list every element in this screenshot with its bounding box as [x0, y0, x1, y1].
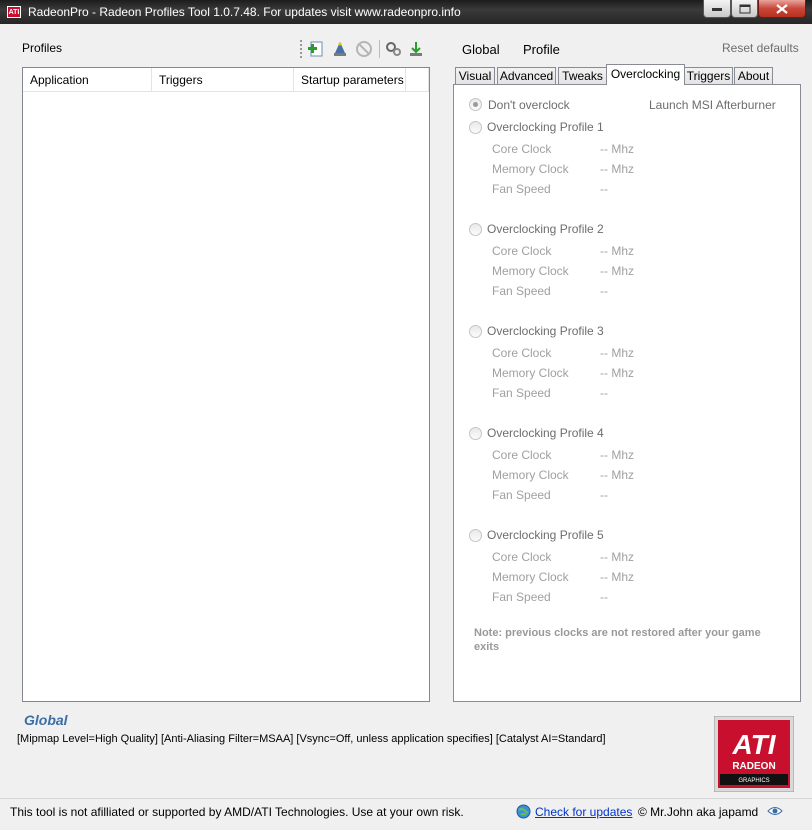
memory-clock-value: -- Mhz	[600, 264, 634, 278]
maximize-button[interactable]	[731, 0, 758, 18]
fan-speed-label: Fan Speed	[492, 590, 551, 604]
memory-clock-label: Memory Clock	[492, 366, 569, 380]
settings-icon[interactable]	[384, 40, 402, 58]
credit-text: © Mr.John aka japamd	[638, 805, 759, 819]
memory-clock-label: Memory Clock	[492, 162, 569, 176]
column-header-application[interactable]: Application	[23, 68, 152, 92]
core-clock-label: Core Clock	[492, 550, 552, 564]
close-icon	[776, 3, 788, 14]
fan-speed-label: Fan Speed	[492, 386, 551, 400]
check-for-updates-link[interactable]: Check for updates	[535, 805, 632, 819]
minimize-button[interactable]	[703, 0, 731, 18]
dont-overclock-label: Don't overclock	[488, 98, 570, 112]
fan-speed-label: Fan Speed	[492, 182, 551, 196]
tab-about[interactable]: About	[734, 67, 773, 85]
overclocking-profile-radio[interactable]	[469, 427, 482, 440]
toolbar-grip[interactable]	[300, 40, 305, 58]
global-settings-summary: [Mipmap Level=High Quality] [Anti-Aliasi…	[17, 733, 606, 745]
overclocking-profile-label: Overclocking Profile 3	[487, 324, 604, 338]
dont-overclock-radio[interactable]	[469, 98, 482, 111]
eye-icon[interactable]	[767, 806, 783, 816]
overclocking-profile-radio[interactable]	[469, 529, 482, 542]
core-clock-label: Core Clock	[492, 346, 552, 360]
overclocking-profile-radio[interactable]	[469, 325, 482, 338]
memory-clock-value: -- Mhz	[600, 468, 634, 482]
fan-speed-value: --	[600, 182, 608, 196]
close-button[interactable]	[758, 0, 806, 18]
fan-speed-value: --	[600, 386, 608, 400]
title-bar[interactable]: ATI RadeonPro - Radeon Profiles Tool 1.0…	[0, 0, 812, 24]
disclaimer-text: This tool is not afilliated or supported…	[10, 805, 464, 819]
profiles-label: Profiles	[22, 41, 63, 55]
memory-clock-value: -- Mhz	[600, 162, 634, 176]
ati-radeon-logo: ATI RADEON GRAPHICS	[714, 716, 794, 792]
fan-speed-value: --	[600, 488, 608, 502]
add-profile-icon[interactable]	[307, 40, 325, 58]
tab-triggers[interactable]: Triggers	[684, 67, 733, 85]
maximize-icon	[739, 4, 750, 13]
disabled-icon[interactable]	[355, 40, 373, 58]
global-mode-link[interactable]: Global	[462, 42, 500, 57]
core-clock-label: Core Clock	[492, 142, 552, 156]
memory-clock-label: Memory Clock	[492, 570, 569, 584]
memory-clock-label: Memory Clock	[492, 264, 569, 278]
logo-product: RADEON	[732, 761, 775, 772]
overclocking-profile-label: Overclocking Profile 2	[487, 222, 604, 236]
toolbar-separator	[379, 40, 380, 58]
status-bar: This tool is not afilliated or supported…	[0, 798, 812, 830]
overclocking-note: Note: previous clocks are not restored a…	[474, 627, 761, 653]
launch-msi-afterburner-link[interactable]: Launch MSI Afterburner	[649, 98, 776, 112]
overclocking-profile-radio[interactable]	[469, 223, 482, 236]
core-clock-value: -- Mhz	[600, 550, 634, 564]
memory-clock-value: -- Mhz	[600, 570, 634, 584]
profile-mode-link[interactable]: Profile	[523, 42, 560, 57]
overclocking-profile-label: Overclocking Profile 1	[487, 120, 604, 134]
core-clock-value: -- Mhz	[600, 142, 634, 156]
tab-visual[interactable]: Visual	[455, 67, 495, 85]
memory-clock-label: Memory Clock	[492, 468, 569, 482]
column-header-triggers[interactable]: Triggers	[152, 68, 294, 92]
core-clock-label: Core Clock	[492, 244, 552, 258]
core-clock-value: -- Mhz	[600, 244, 634, 258]
fan-speed-label: Fan Speed	[492, 488, 551, 502]
download-icon[interactable]	[407, 40, 425, 58]
tab-tweaks[interactable]: Tweaks	[558, 67, 607, 85]
overclocking-profile-label: Overclocking Profile 5	[487, 528, 604, 542]
memory-clock-value: -- Mhz	[600, 366, 634, 380]
reset-defaults-link[interactable]: Reset defaults	[722, 41, 799, 55]
logo-brand: ATI	[731, 729, 776, 760]
column-header-filler	[406, 68, 429, 92]
overclocking-profile-label: Overclocking Profile 4	[487, 426, 604, 440]
core-clock-value: -- Mhz	[600, 448, 634, 462]
core-clock-value: -- Mhz	[600, 346, 634, 360]
window-title: RadeonPro - Radeon Profiles Tool 1.0.7.4…	[28, 5, 461, 19]
tab-advanced[interactable]: Advanced	[497, 67, 556, 85]
globe-icon[interactable]	[516, 804, 531, 819]
column-header-startup-parameters[interactable]: Startup parameters	[294, 68, 406, 92]
fan-speed-value: --	[600, 284, 608, 298]
tab-overclocking[interactable]: Overclocking	[606, 64, 685, 85]
wizard-icon[interactable]	[331, 40, 349, 58]
global-section-title: Global	[24, 712, 68, 728]
minimize-icon	[712, 7, 722, 11]
logo-sub: GRAPHICS	[738, 778, 769, 784]
ati-app-icon[interactable]: ATI	[7, 6, 21, 18]
core-clock-label: Core Clock	[492, 448, 552, 462]
radeonpro-window: ATI RadeonPro - Radeon Profiles Tool 1.0…	[0, 0, 812, 830]
profiles-list[interactable]: Application Triggers Startup parameters	[22, 67, 430, 702]
fan-speed-value: --	[600, 590, 608, 604]
overclocking-profile-radio[interactable]	[469, 121, 482, 134]
fan-speed-label: Fan Speed	[492, 284, 551, 298]
